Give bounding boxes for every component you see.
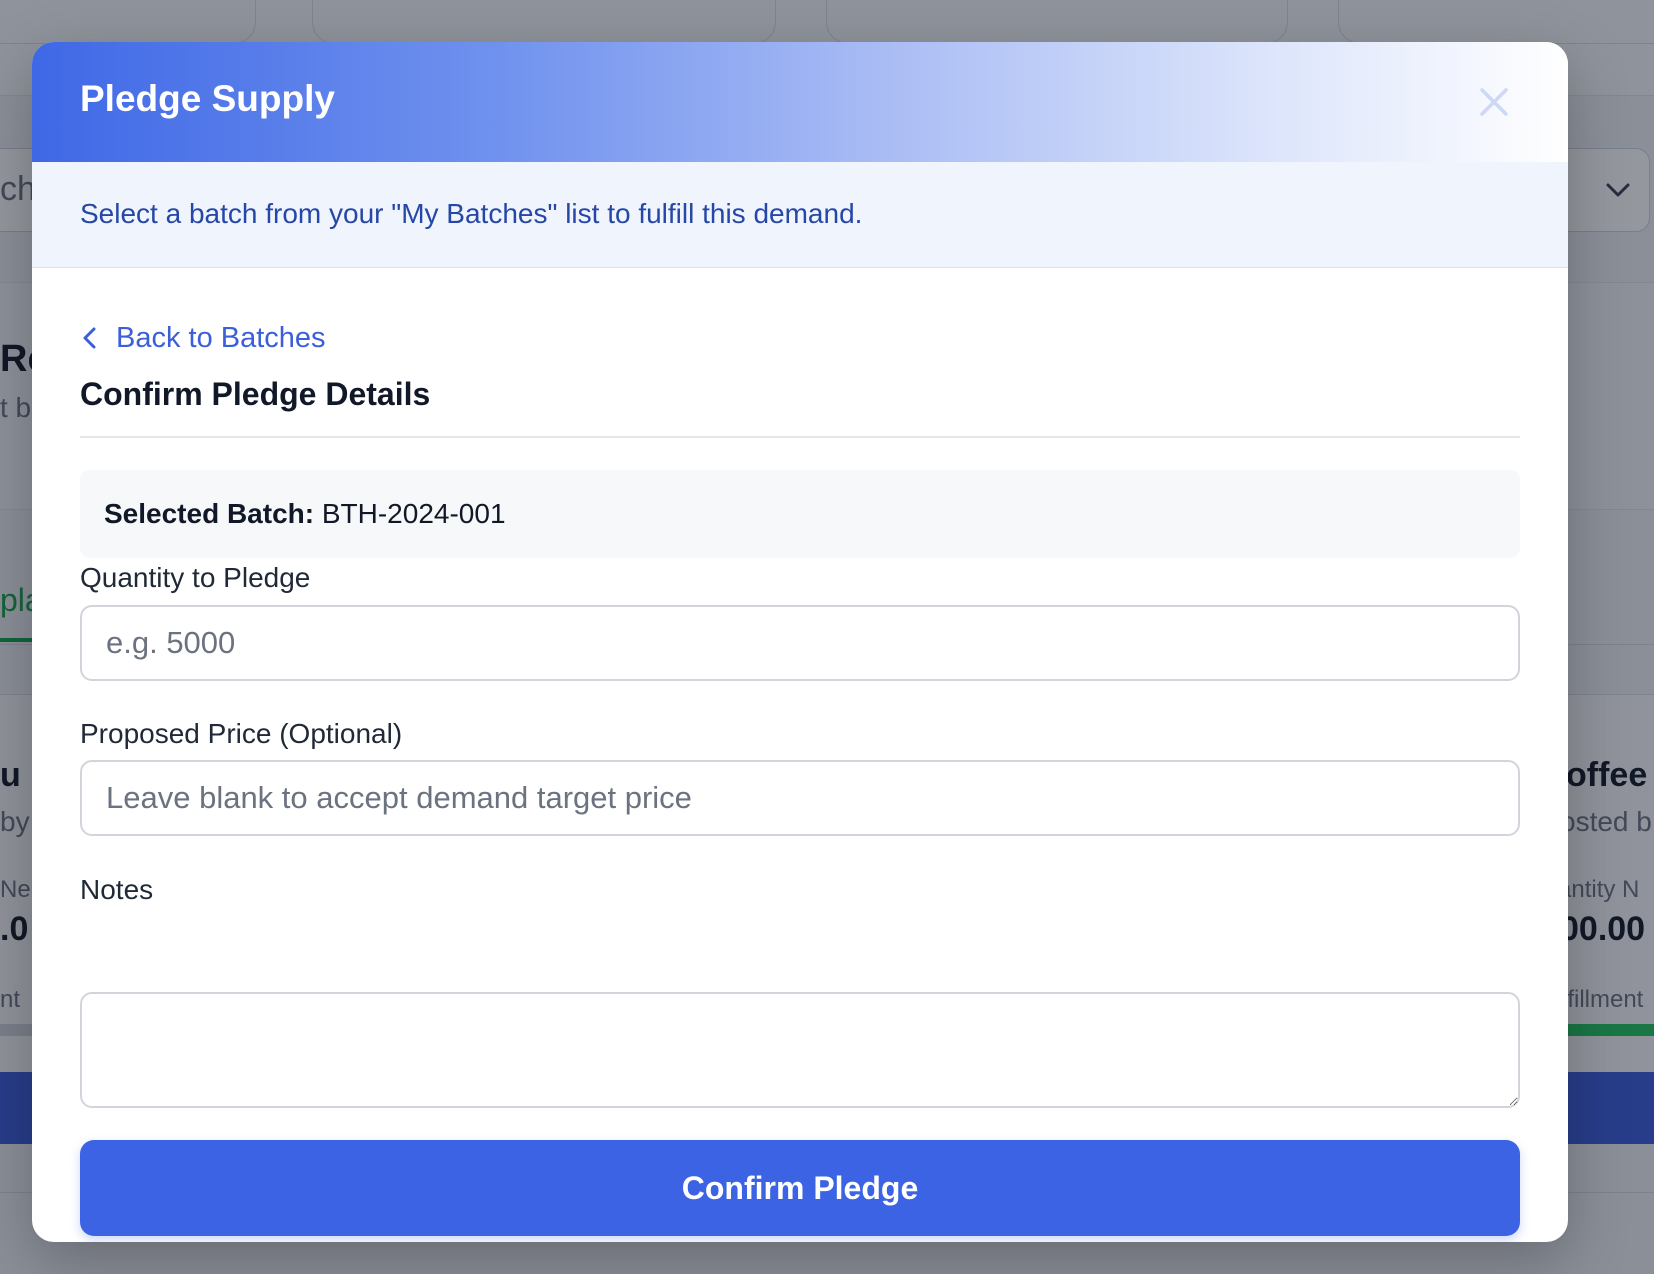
confirm-pledge-button[interactable]: Confirm Pledge xyxy=(80,1140,1520,1236)
selected-batch-label: Selected Batch: xyxy=(104,498,315,529)
selected-batch-summary: Selected Batch: BTH-2024-001 xyxy=(80,470,1520,558)
quantity-label: Quantity to Pledge xyxy=(80,562,311,593)
notes-label: Notes xyxy=(80,874,154,905)
selected-batch-line: Selected Batch: BTH-2024-001 xyxy=(104,498,506,530)
modal-header: Pledge Supply xyxy=(32,42,1568,162)
pledge-supply-modal: Pledge Supply Select a batch from your "… xyxy=(32,42,1568,1242)
section-title: Confirm Pledge Details xyxy=(80,376,431,412)
close-icon xyxy=(1480,88,1508,116)
selected-batch-value: BTH-2024-001 xyxy=(321,498,506,529)
quantity-input[interactable] xyxy=(80,605,1520,681)
price-label: Proposed Price (Optional) xyxy=(80,718,403,749)
info-banner: Select a batch from your "My Batches" li… xyxy=(32,162,1568,268)
section-divider xyxy=(80,436,1520,438)
back-to-batches-link[interactable]: Back to Batches xyxy=(80,318,326,358)
info-banner-text: Select a batch from your "My Batches" li… xyxy=(80,198,863,229)
notes-textarea[interactable] xyxy=(80,992,1520,1108)
chevron-left-icon xyxy=(83,327,96,349)
close-button[interactable] xyxy=(1472,80,1516,124)
proposed-price-input[interactable] xyxy=(80,760,1520,836)
modal-title: Pledge Supply xyxy=(80,78,335,119)
back-link-label: Back to Batches xyxy=(116,321,326,354)
